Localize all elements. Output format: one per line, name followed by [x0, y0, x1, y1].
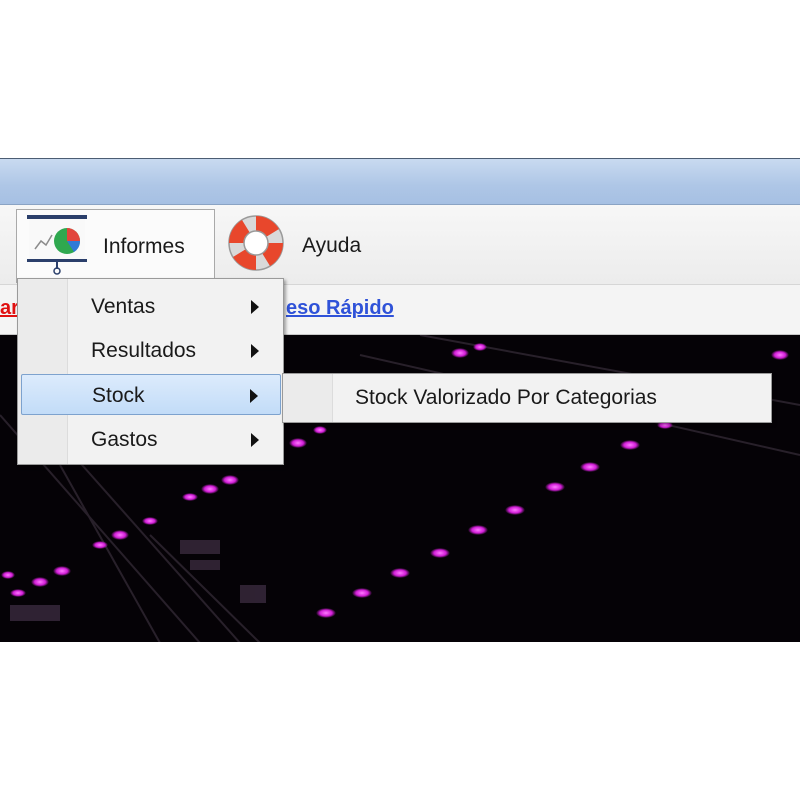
main-toolbar: Informes Ayuda: [0, 205, 800, 285]
informes-dropdown-menu: Ventas Resultados Stock Gastos: [17, 278, 284, 465]
title-bar: [0, 159, 800, 205]
menu-item-gastos[interactable]: Gastos: [21, 419, 281, 460]
submenu-arrow-icon: [250, 389, 258, 403]
menu-item-label: Resultados: [91, 339, 197, 362]
menu-item-resultados[interactable]: Resultados: [21, 330, 281, 371]
submenu-gutter: [283, 374, 333, 422]
menu-item-label: Ventas: [91, 295, 156, 318]
presentation-chart-icon: [25, 213, 89, 281]
submenu-arrow-icon: [251, 344, 259, 358]
ayuda-label: Ayuda: [302, 234, 362, 257]
submenu-arrow-icon: [251, 300, 259, 314]
page-bottom-blank: [0, 642, 800, 800]
screenshot-stage: { "toolbar": { "informes_label": "Inform…: [0, 0, 800, 800]
submenu-item-stock-valorizado[interactable]: Stock Valorizado Por Categorias: [355, 386, 657, 410]
stock-submenu: Stock Valorizado Por Categorias: [282, 373, 772, 423]
ayuda-button[interactable]: Ayuda: [220, 209, 380, 283]
submenu-arrow-icon: [251, 433, 259, 447]
lifebuoy-icon: [224, 211, 288, 281]
menu-item-label: Gastos: [91, 428, 158, 451]
menu-item-stock[interactable]: Stock: [21, 374, 281, 415]
informes-label: Informes: [103, 234, 185, 258]
menu-item-ventas[interactable]: Ventas: [21, 286, 281, 327]
quick-access-link[interactable]: eso Rápido: [286, 297, 394, 320]
informes-button[interactable]: Informes: [16, 209, 215, 283]
menu-item-label: Stock: [92, 384, 145, 407]
